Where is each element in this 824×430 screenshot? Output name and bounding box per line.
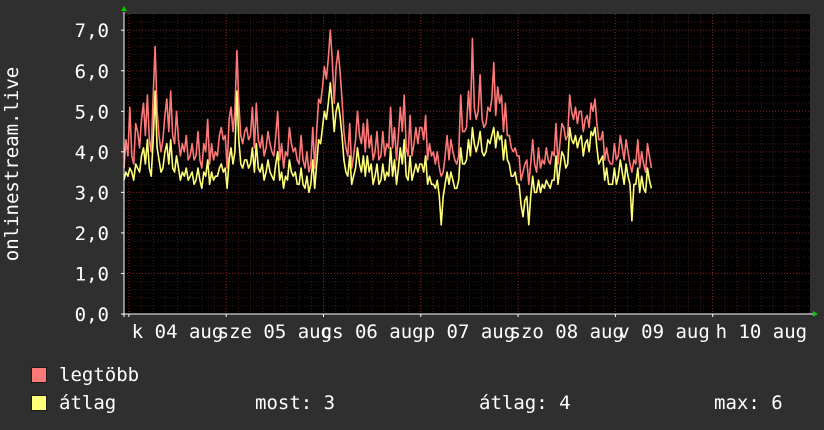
legend-label: átlag xyxy=(59,392,117,414)
y-tick-label: 2,0 xyxy=(75,223,109,245)
y-tick-label: 5,0 xyxy=(75,101,109,123)
y-axis-arrow xyxy=(121,6,127,11)
legend-label: legtöbb xyxy=(59,364,140,386)
stat-current: most: 3 xyxy=(255,392,336,414)
y-tick-labels: 0,0 1,0 2,0 3,0 4,0 5,0 6,0 7,0 xyxy=(75,20,109,326)
x-tick-label: h 10 aug xyxy=(716,321,808,343)
y-tick-label: 1,0 xyxy=(75,263,109,285)
x-tick-label: szo 08 aug xyxy=(510,321,624,343)
y-tick-label: 0,0 xyxy=(75,304,109,326)
x-tick-label: k 04 aug xyxy=(132,321,224,343)
legend: legtöbb átlag most: 3 átlag: 4 max: 6 xyxy=(0,360,824,430)
y-axis-label: onlinestream.live xyxy=(1,67,23,261)
stat-max: max: 6 xyxy=(714,392,783,414)
x-tick-label: p 07 aug xyxy=(424,321,516,343)
x-tick-labels: k 04 augsze 05 augcs 06 aug p 07 augszo 0… xyxy=(132,321,807,343)
x-tick-label: sze 05 aug xyxy=(218,321,332,343)
stat-average: átlag: 4 xyxy=(479,392,571,414)
y-tick-label: 3,0 xyxy=(75,182,109,204)
y-tick-label: 6,0 xyxy=(75,61,109,83)
legend-item-max: legtöbb xyxy=(0,364,824,390)
y-tick-label: 7,0 xyxy=(75,20,109,42)
x-tick-label: cs 06 aug xyxy=(321,321,424,343)
legend-item-average: átlag most: 3 átlag: 4 max: 6 xyxy=(0,392,824,418)
x-tick-label: v 09 aug xyxy=(618,321,710,343)
legend-swatch-red xyxy=(31,367,47,383)
legend-swatch-yellow xyxy=(31,395,47,411)
x-axis-arrow xyxy=(813,311,818,317)
y-tick-label: 4,0 xyxy=(75,142,109,164)
